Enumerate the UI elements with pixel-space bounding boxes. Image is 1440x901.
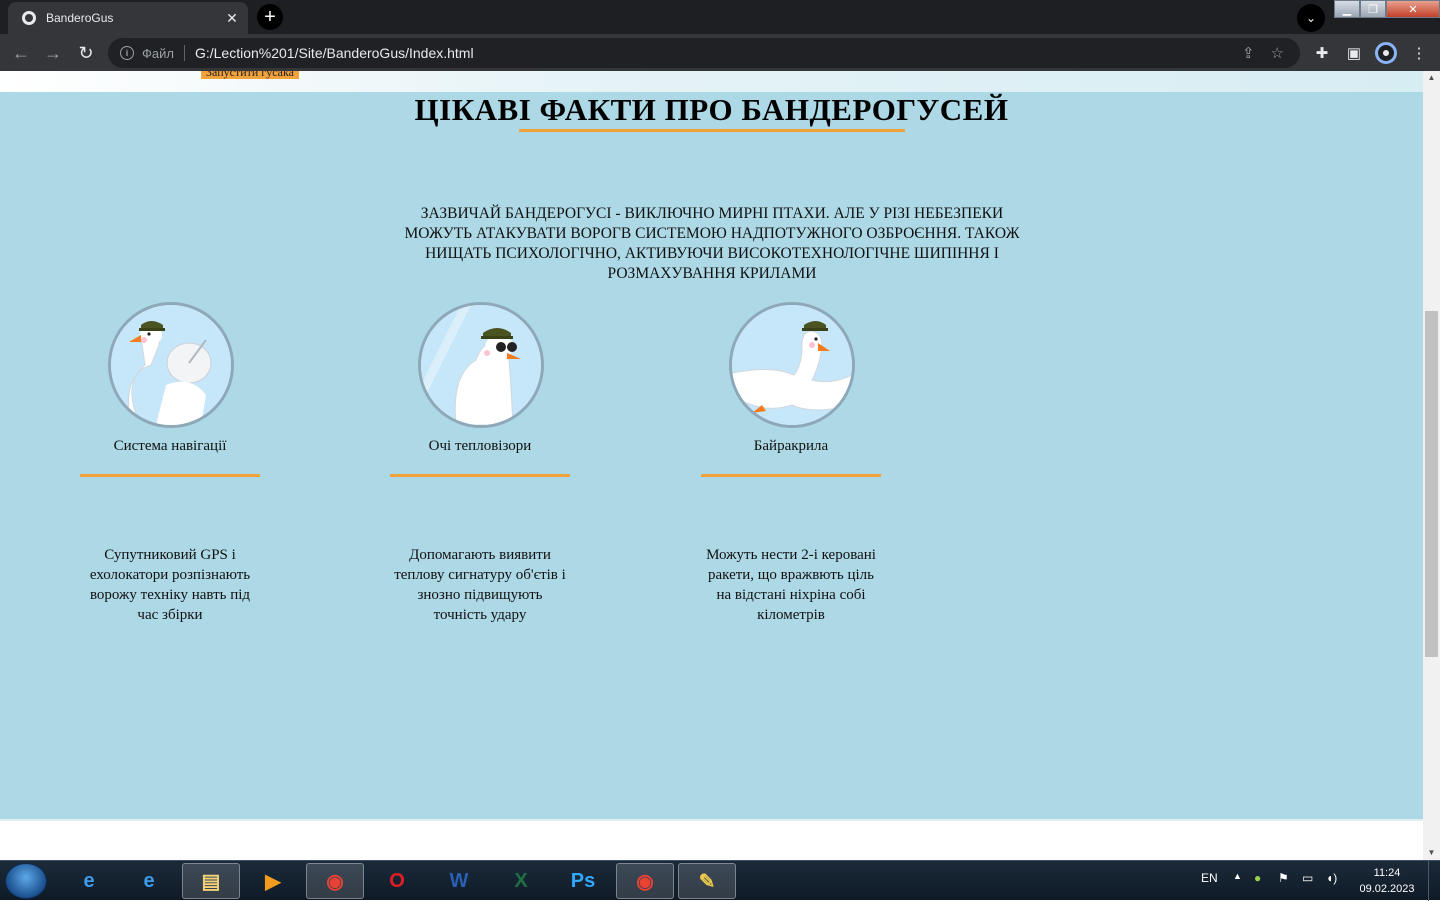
card-underline [390,474,570,477]
chrome-taskbar-icon[interactable]: ◉ [306,863,364,899]
volume-icon[interactable]: ◖) [1326,871,1337,885]
facts-intro-text: ЗАЗВИЧАЙ БАНДЕРОГУСІ - ВИКЛЮЧНО МИРНІ ПТ… [404,205,1020,282]
address-scheme: Файл [142,45,174,61]
address-url[interactable]: G:/Lection%201/Site/BanderoGus/Index.htm… [195,45,1242,61]
close-window-button[interactable]: ✕ [1386,0,1440,18]
start-button[interactable] [5,863,47,899]
card-text: Можуть нести 2-і керовані ракети, що вра… [706,547,876,623]
new-tab-button[interactable]: + [257,4,283,30]
previous-section-strip: Запустити гусака [0,71,1423,92]
launch-goose-button[interactable]: Запустити гусака [201,71,299,79]
show-desktop-button[interactable] [1428,861,1440,901]
extensions-puzzle-icon[interactable]: ✚ [1311,42,1333,64]
address-bar[interactable]: i Файл G:/Lection%201/Site/BanderoGus/In… [108,38,1300,68]
card-text: Допомагають виявити теплову сигнатуру об… [394,547,566,623]
card-title: Очі тепловізори [428,438,532,454]
tray-expand-icon[interactable]: ▲ [1233,871,1242,881]
next-section-strip [0,819,1423,860]
share-icon[interactable]: ⇪ [1242,44,1255,62]
tab-close-icon[interactable]: ✕ [222,8,242,28]
bookmark-star-icon[interactable]: ☆ [1271,44,1284,62]
facts-title: ЦІКАВІ ФАКТИ ПРО БАНДЕРОГУСЕЙ [414,92,1009,127]
file-explorer-icon[interactable]: ▤ [182,863,240,899]
media-player-icon[interactable]: ▶ [244,863,302,899]
scroll-up-arrow-icon[interactable]: ▲ [1423,71,1440,85]
facts-section: ЦІКАВІ ФАКТИ ПРО БАНДЕРОГУСЕЙ ЗАЗВИЧАЙ Б… [0,92,1423,819]
language-indicator[interactable]: EN [1201,871,1218,885]
card-underline [80,474,260,477]
forward-arrow-icon[interactable]: → [40,40,66,66]
scrollbar-thumb[interactable] [1425,311,1438,657]
page-scrollbar[interactable]: ▲ ▼ [1423,71,1440,860]
edge-legacy-icon[interactable]: e [120,863,178,899]
card-text: Супутниковий GPS і ехолокатори розпізнаю… [89,547,251,623]
photoshop-icon[interactable]: Ps [554,863,612,899]
card-title: Байракрила [753,438,829,454]
clock-time: 11:24 [1373,867,1401,879]
windows-taskbar: e e ▤ ▶ ◉ O W X Ps ◉ ✎ EN ▲ ● ⚑ ▭ ◖) 11:… [0,860,1440,901]
site-info-icon[interactable]: i [120,46,134,60]
tray-app-icon[interactable]: ● [1254,871,1261,885]
goose-binoculars-icon [418,302,544,428]
back-arrow-icon[interactable]: ← [8,40,34,66]
goose-satellite-dish-icon [108,302,234,428]
goose-wings-icon [729,302,855,428]
browser-toolbar: ← → ↻ i Файл G:/Lection%201/Site/Bandero… [0,34,1440,71]
maximize-button[interactable]: ❐ [1360,0,1386,18]
paint-icon[interactable]: ✎ [678,863,736,899]
reload-icon[interactable]: ↻ [73,40,99,66]
facts-title-underline [519,129,905,132]
chrome-second-window-icon[interactable]: ◉ [616,863,674,899]
scroll-down-arrow-icon[interactable]: ▼ [1423,846,1440,860]
opera-icon[interactable]: O [368,863,426,899]
tab-title: BanderoGus [46,11,114,25]
browser-menu-icon[interactable]: ⋮ [1408,42,1430,64]
network-icon[interactable]: ▭ [1302,871,1313,885]
card-title: Система навігації [113,438,227,454]
minimize-button[interactable]: ▁ [1334,0,1360,18]
clock-date: 09.02.2023 [1359,883,1415,895]
ie-pinned-icon[interactable]: e [60,863,118,899]
page-viewport: Запустити гусака ЦІКАВІ ФАКТИ ПРО БАНДЕР… [0,71,1423,860]
word-icon[interactable]: W [430,863,488,899]
page-favicon-icon [22,11,36,25]
browser-tab-bar: BanderoGus ✕ + ⌄ ▁ ❐ ✕ [0,0,1440,34]
excel-icon[interactable]: X [492,863,550,899]
profile-avatar-icon[interactable] [1375,42,1397,64]
browser-tab[interactable]: BanderoGus ✕ [8,2,248,34]
system-clock[interactable]: 11:24 09.02.2023 [1352,865,1422,897]
window-controls: ▁ ❐ ✕ [1334,0,1440,18]
action-center-flag-icon[interactable]: ⚑ [1278,871,1289,885]
side-panel-icon[interactable]: ▣ [1343,42,1365,64]
address-separator [183,45,185,61]
card-underline [701,474,881,477]
tab-search-chevron-icon[interactable]: ⌄ [1297,4,1325,32]
